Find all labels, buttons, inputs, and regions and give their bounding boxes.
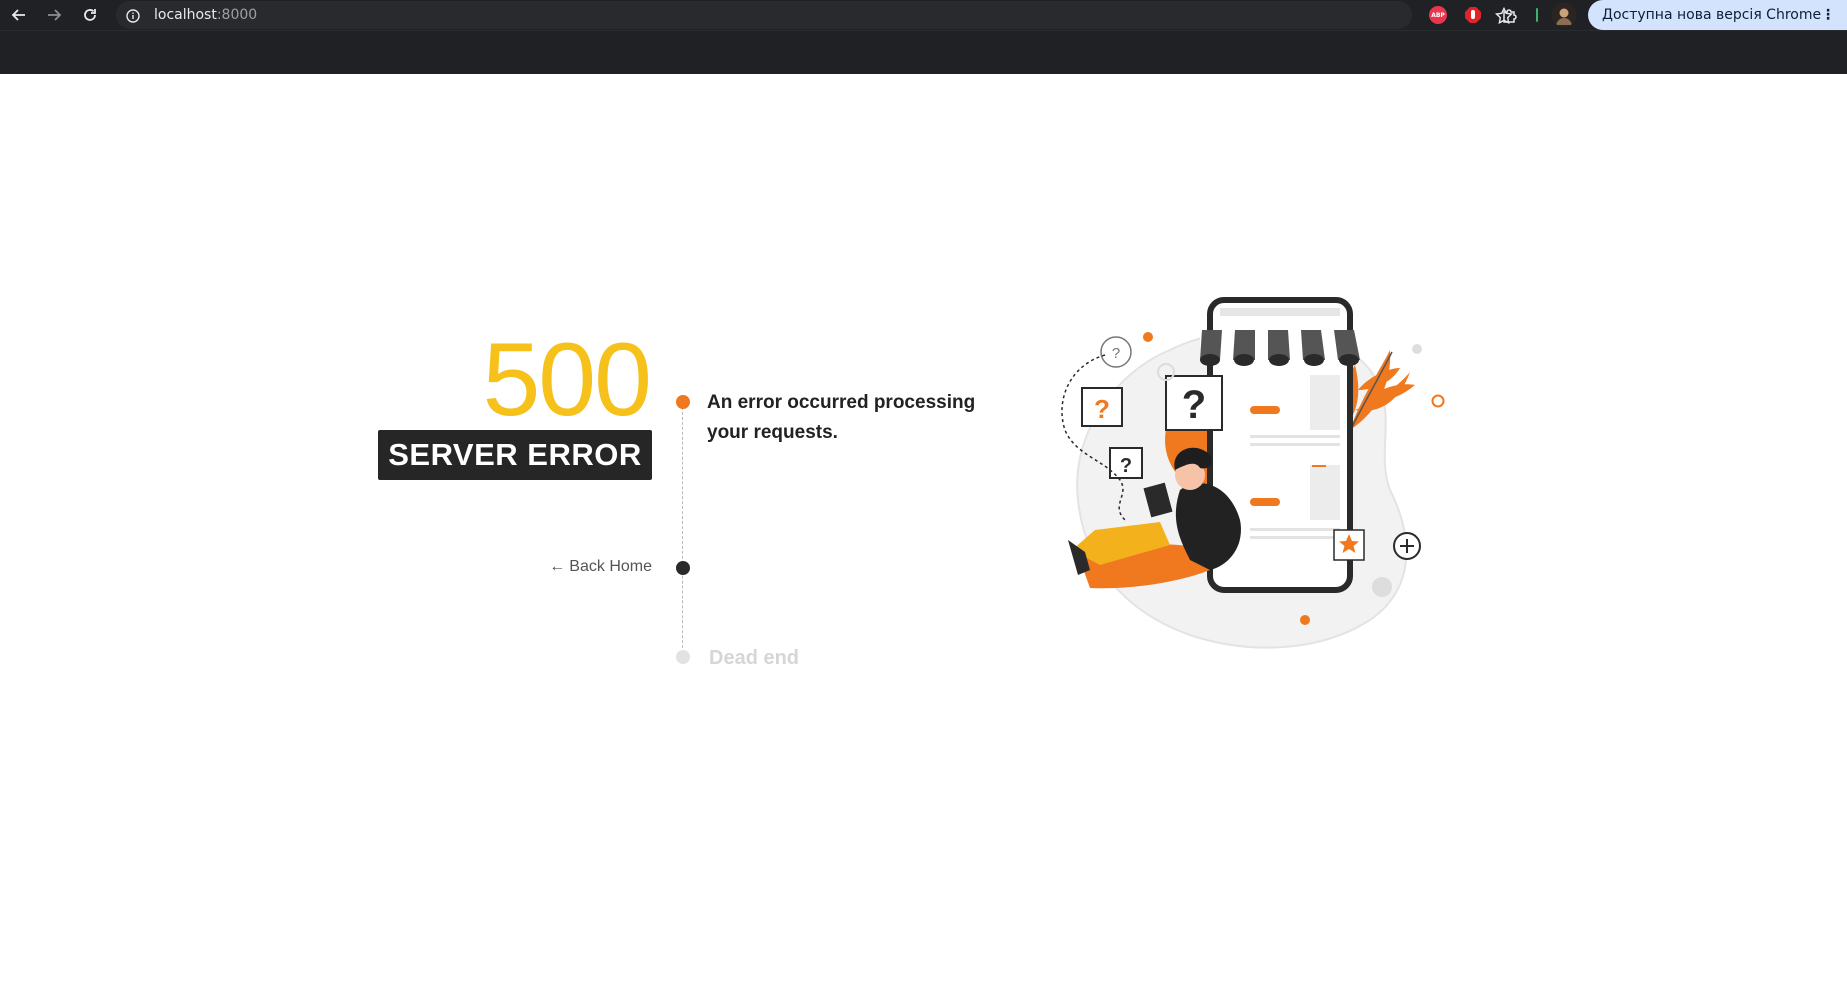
dead-end-label: Dead end	[709, 647, 800, 669]
url-host: localhost	[154, 7, 217, 23]
profile-avatar[interactable]	[1552, 3, 1576, 27]
back-home-link[interactable]: ← Back Home	[540, 555, 652, 579]
update-label: Доступна нова версія Chrome	[1602, 7, 1822, 23]
url-text: localhost:8000	[154, 7, 257, 23]
timeline-line	[682, 402, 683, 658]
back-home-label: Back Home	[569, 558, 652, 575]
timeline-dot-end	[676, 650, 690, 664]
back-arrow-icon: ←	[549, 558, 566, 575]
timeline-dot-active	[676, 395, 690, 409]
server-error-illustration: ? ? ? ?	[1061, 297, 1445, 649]
menu-dots-icon[interactable]: ⋮	[1821, 0, 1835, 30]
browser-toolbar: localhost:8000 ABP Доступна нова версія …	[0, 0, 1847, 30]
bookmarks-bar	[0, 30, 1847, 74]
svg-text:?: ?	[1112, 345, 1120, 362]
stop-hand-icon[interactable]	[1464, 6, 1482, 24]
error-message: An error occurred processing your reques…	[707, 392, 976, 443]
svg-text:?: ?	[1182, 383, 1206, 427]
error-code: 500	[482, 322, 652, 438]
chrome-update-button[interactable]: Доступна нова версія Chrome ⋮	[1588, 0, 1847, 30]
svg-text:?: ?	[1094, 394, 1110, 424]
adblock-label: ABP	[1431, 11, 1445, 19]
puzzle-icon[interactable]	[1501, 6, 1519, 24]
toolbar-divider	[1536, 8, 1538, 22]
svg-text:?: ?	[1120, 455, 1132, 477]
timeline-dot-back	[676, 561, 690, 575]
reload-icon[interactable]	[79, 4, 101, 26]
url-port: :8000	[216, 7, 258, 23]
back-arrow-icon[interactable]	[8, 4, 30, 26]
forward-arrow-icon[interactable]	[43, 4, 65, 26]
adblock-plus-icon[interactable]: ABP	[1429, 6, 1447, 24]
info-icon[interactable]	[126, 8, 140, 23]
address-bar[interactable]: localhost:8000	[116, 1, 1514, 29]
error-badge: SERVER ERROR	[378, 430, 652, 480]
